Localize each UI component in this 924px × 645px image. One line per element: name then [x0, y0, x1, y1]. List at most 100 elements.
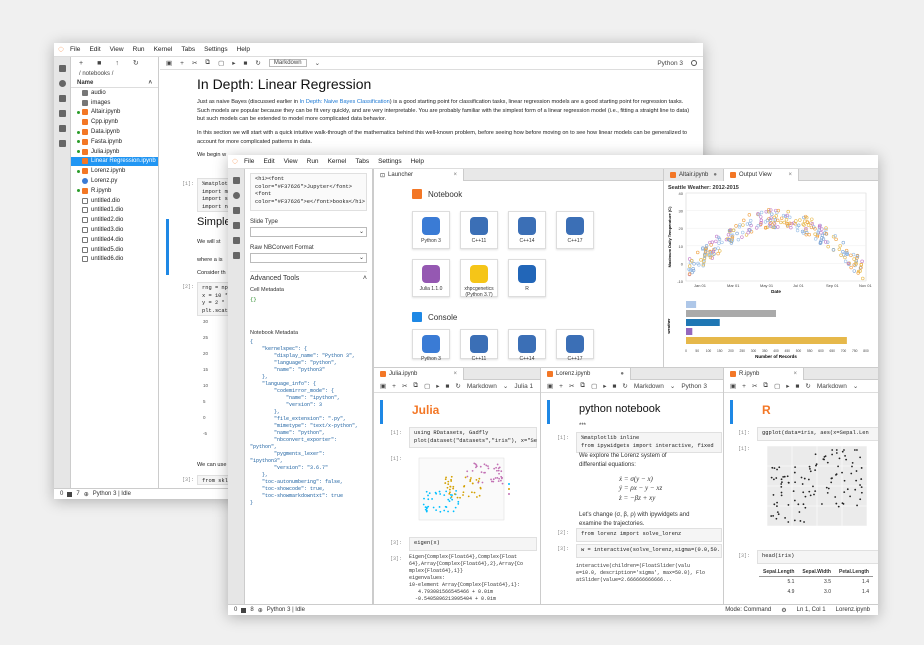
cut-icon[interactable]: ✂ [752, 382, 757, 390]
menu-file[interactable]: File [244, 158, 254, 165]
menu-file[interactable]: File [70, 46, 80, 53]
lorenz-code-3[interactable]: w = interactive(solve_lorenz,sigma=(0.0,… [576, 544, 722, 558]
kernel-name[interactable]: Python 3 [681, 383, 707, 390]
tab-lorenz[interactable]: Lorenz.ipynb ● [541, 368, 631, 380]
stop-icon[interactable]: ■ [612, 383, 616, 390]
r-code-1[interactable]: ggplot(data=iris, aes(x=Sepal.Len [757, 427, 878, 441]
launcher-card-julia-1-1-0[interactable]: Julia 1.1.0 [412, 259, 450, 297]
tab-julia[interactable]: Julia.ipynb × [374, 368, 464, 380]
cell-type-select[interactable]: Markdown [268, 59, 307, 67]
cursor-position[interactable]: Ln 1, Col 1 [797, 607, 826, 614]
cut-icon[interactable]: ✂ [402, 382, 407, 390]
file-item[interactable]: untitled4.dio [71, 235, 158, 245]
close-icon[interactable]: × [453, 172, 457, 178]
restart-icon[interactable]: ↻ [455, 382, 460, 390]
wrench-icon[interactable] [232, 222, 240, 229]
chevron-down-icon[interactable]: ⌄ [670, 382, 675, 390]
close-icon[interactable]: × [788, 172, 792, 178]
commands-icon[interactable] [58, 95, 66, 102]
restart-icon[interactable]: ↻ [255, 59, 260, 67]
file-item[interactable]: untitled2.dio [71, 215, 158, 225]
menu-settings[interactable]: Settings [378, 158, 402, 165]
julia-code-1[interactable]: using RDatasets, Gadfly plot(dataset("dat… [409, 427, 537, 449]
file-item[interactable]: Cpp.ipynb [71, 117, 158, 127]
refresh-icon[interactable]: ↻ [133, 59, 139, 67]
sort-chevron-icon[interactable]: ˄ [148, 80, 152, 86]
tab-altair[interactable]: Altair.ipynb ● [664, 169, 724, 181]
breadcrumb[interactable]: / notebooks / [71, 69, 158, 79]
running-icon[interactable] [232, 192, 240, 199]
menu-edit[interactable]: Edit [89, 46, 100, 53]
settings-gear-icon[interactable]: ⚙ [781, 607, 786, 614]
cell-type-select[interactable]: Markdown [467, 383, 497, 390]
file-item[interactable]: Altair.ipynb [71, 108, 158, 118]
running-icon[interactable] [58, 80, 66, 87]
add-cell-icon[interactable]: + [392, 383, 396, 390]
run-icon[interactable]: ▸ [786, 382, 789, 390]
menu-settings[interactable]: Settings [204, 46, 228, 53]
add-cell-icon[interactable]: + [180, 60, 184, 67]
copy-icon[interactable]: ⧉ [205, 59, 210, 67]
paste-icon[interactable]: ▢ [218, 59, 224, 67]
tab-launcher[interactable]: ⊡ Launcher × [374, 169, 464, 181]
menu-kernel[interactable]: Kernel [328, 158, 347, 165]
close-icon[interactable]: × [793, 371, 797, 377]
file-item[interactable]: untitled6.dio [71, 255, 158, 265]
raw-format-select[interactable]: ⌄ [250, 253, 367, 263]
save-icon[interactable]: ▣ [547, 382, 553, 390]
new-folder-icon[interactable]: ■ [97, 60, 101, 67]
file-item[interactable]: untitled3.dio [71, 225, 158, 235]
wrench-icon[interactable] [58, 110, 66, 117]
name-column-label[interactable]: Name [77, 80, 93, 86]
save-icon[interactable]: ▣ [166, 59, 172, 67]
cut-icon[interactable]: ✂ [192, 59, 197, 67]
file-list-header[interactable]: Name ˄ [71, 79, 158, 88]
unsaved-dot-icon[interactable]: ● [620, 371, 624, 377]
add-cell-icon[interactable]: + [559, 383, 563, 390]
file-item[interactable]: Data.ipynb [71, 127, 158, 137]
stop-icon[interactable]: ■ [445, 383, 449, 390]
lorenz-code-2[interactable]: from lorenz import solve_lorenz [576, 528, 722, 542]
stop-icon[interactable]: ■ [795, 383, 799, 390]
copy-icon[interactable]: ⧉ [413, 382, 418, 390]
file-item[interactable]: untitled.dio [71, 196, 158, 206]
naive-bayes-link[interactable]: In Depth: Naive Bayes Classification [300, 99, 390, 105]
run-icon[interactable]: ▸ [232, 59, 235, 67]
file-item[interactable]: images [71, 98, 158, 108]
chevron-down-icon[interactable]: ⌄ [315, 59, 320, 67]
upload-icon[interactable]: ↑ [115, 60, 119, 67]
tabs-icon[interactable] [232, 237, 240, 244]
paste-icon[interactable]: ▢ [591, 382, 597, 390]
copy-icon[interactable]: ⧉ [763, 382, 768, 390]
cell-metadata-value[interactable]: {} [250, 296, 367, 328]
folder-icon[interactable] [232, 177, 240, 184]
save-icon[interactable]: ▣ [730, 382, 736, 390]
menu-help[interactable]: Help [237, 46, 250, 53]
menu-view[interactable]: View [284, 158, 298, 165]
file-item[interactable]: Fasta.ipynb [71, 137, 158, 147]
tab-output-view[interactable]: Output View × [724, 169, 799, 181]
menu-view[interactable]: View [110, 46, 124, 53]
notebook-metadata-editor[interactable]: { "kernelspec": { "display_name": "Pytho… [250, 339, 367, 507]
paste-icon[interactable]: ▢ [774, 382, 780, 390]
console-card[interactable]: Python 3 [412, 329, 450, 362]
extension-icon[interactable] [232, 252, 240, 259]
unsaved-dot-icon[interactable]: ● [713, 172, 717, 178]
commands-icon[interactable] [232, 207, 240, 214]
console-card[interactable]: C++14 [508, 329, 546, 362]
slide-type-select[interactable]: ⌄ [250, 227, 367, 237]
launcher-card-python-3[interactable]: Python 3 [412, 211, 450, 249]
menu-tabs[interactable]: Tabs [355, 158, 369, 165]
file-item[interactable]: R.ipynb [71, 186, 158, 196]
launcher-card-xhpcgenetics-python-3-7-[interactable]: xhpcgenetics (Python 3.7) [460, 259, 498, 298]
kernel-name[interactable]: Julia 1 [514, 383, 533, 390]
menu-run[interactable]: Run [307, 158, 319, 165]
file-item[interactable]: untitled1.dio [71, 206, 158, 216]
chevron-down-icon[interactable]: ⌄ [853, 382, 858, 390]
julia-code-3[interactable]: eigen(x) [409, 537, 537, 551]
launcher-card-c-17[interactable]: C++17 [556, 211, 594, 249]
tab-r[interactable]: R.ipynb × [724, 368, 804, 380]
file-item[interactable]: Linear Regression.ipynb [71, 156, 158, 167]
file-item[interactable]: audio [71, 88, 158, 98]
advanced-tools-header[interactable]: Advanced Tools ˄ [250, 271, 367, 282]
